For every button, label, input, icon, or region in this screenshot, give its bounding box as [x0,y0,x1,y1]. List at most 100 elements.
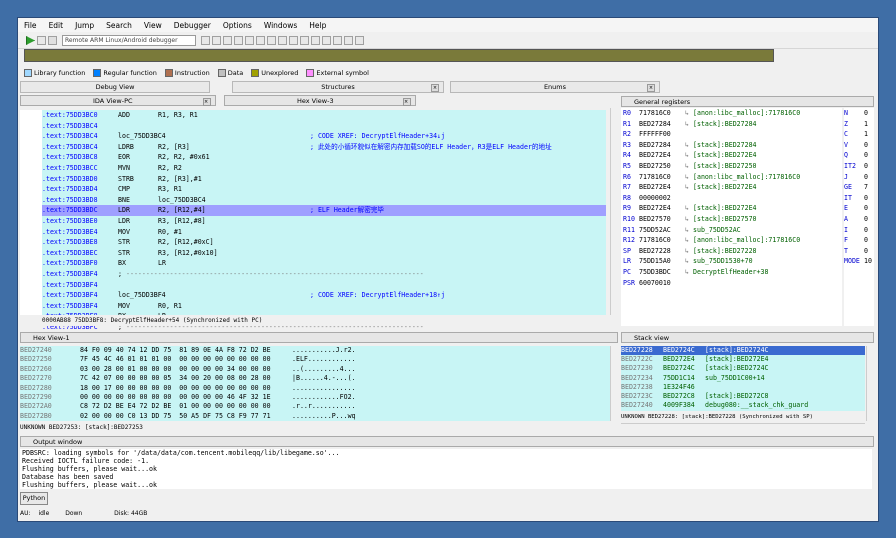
code-line[interactable]: .text:75DD3BE4 MOV R0, #1 [42,227,606,238]
start-debug-icon[interactable] [26,36,35,45]
step-over-icon[interactable] [234,36,243,45]
code-line[interactable]: .text:75DD3BF4 MOV R0, R1 [42,301,606,312]
flags-panel[interactable]: N 0 Z 1 C 1 V 0 Q 0 IT2 0 J 0 GE 7 IT 0 E 0 A 0 I 0 F 0 T 0 MODE 10 [844,108,874,326]
register-row[interactable]: PC 75DD3BDC ↳ DecryptElfHeader+38 [621,267,842,278]
breakpoint-icon[interactable] [267,36,276,45]
register-row[interactable]: R1 BED27284 ↳ [stack]:BED27284 [621,119,842,130]
register-row[interactable]: R10 BED27570 ↳ [stack]:BED27570 [621,214,842,225]
menu-item-windows[interactable]: Windows [258,21,303,30]
code-line[interactable]: .text:75DD3BF4 loc_75DD3BF4 ; CODE XREF: D… [42,290,606,301]
stack-view[interactable]: BED27228 BED2724C [stack]:BED2724C BED2722C… [621,346,865,411]
code-line[interactable]: .text:75DD3BE8 STR R2, [R12,#0xC] [42,237,606,248]
stack-row[interactable]: BED2722C BED272E4 [stack]:BED272E4 [621,355,865,364]
registers-panel[interactable]: R0 717816C0 ↳ [anon:libc_malloc]:717816C0 R… [621,108,842,326]
register-row[interactable]: R3 BED27284 ↳ [stack]:BED27284 [621,140,842,151]
code-line[interactable]: .text:75DD3BF4; -------------------------… [42,269,606,280]
ida-view-tab[interactable]: IDA View-PC × [20,95,216,106]
python-button[interactable]: Python [20,492,48,505]
refresh-icon[interactable] [212,36,221,45]
code-line[interactable]: .text:75DD3BE0 LDR R3, [R12,#8] [42,216,606,227]
hex-row[interactable]: BED272B0 02 00 00 00 C0 13 DD 75 50 A5 DF… [20,412,610,421]
flag-row[interactable]: V0 [844,140,874,151]
run-to-cursor-icon[interactable] [245,36,254,45]
hex-view-3-tab[interactable]: Hex View-3 × [224,95,416,106]
register-row[interactable]: LR 75DD15A0 ↳ sub_75DD1530+70 [621,256,842,267]
register-row[interactable]: R0 717816C0 ↳ [anon:libc_malloc]:717816C0 [621,108,842,119]
stop-icon[interactable] [48,36,57,45]
register-row[interactable]: R5 BED27250 ↳ [stack]:BED27250 [621,161,842,172]
menu-item-edit[interactable]: Edit [43,21,70,30]
code-line[interactable]: .text:75DD3BD0 STRB R2, [R3],#1 [42,174,606,185]
code-line[interactable]: .text:75DD3BC8 EOR R2, R2, #0x61 [42,152,606,163]
register-row[interactable]: R2 FFFFFF00 [621,129,842,140]
flag-row[interactable]: Z1 [844,119,874,130]
hex-row[interactable]: BED272A0 C8 72 D2 BE E4 72 D2 BE 01 00 00… [20,402,610,411]
step-out-icon[interactable] [256,36,265,45]
hex-row[interactable]: BED27250 7F 45 4C 46 01 01 01 00 00 00 00… [20,355,610,364]
watch-icon[interactable] [278,36,287,45]
code-line[interactable]: .text:75DD3BF4 [42,280,606,291]
tab-debug-view[interactable]: Debug View [20,81,210,93]
flag-row[interactable]: Q0 [844,150,874,161]
flag-row[interactable]: N0 [844,108,874,119]
debugger-select[interactable]: Remote ARM Linux/Android debugger [62,35,196,46]
hex-row[interactable]: BED27260 03 00 28 00 01 00 00 00 00 00 00… [20,365,610,374]
stack-hscrollbar[interactable] [621,423,865,432]
code-line[interactable]: .text:75DD3BD8 BNE loc_75DD3BC4 [42,195,606,206]
graph-view-icon[interactable] [333,36,342,45]
tools-icon[interactable] [355,36,364,45]
settings-icon[interactable] [344,36,353,45]
menu-item-help[interactable]: Help [303,21,332,30]
hex-dump[interactable]: BED27240 84 F0 09 40 74 12 DD 75 81 89 0E… [20,346,610,421]
trace-icon[interactable] [289,36,298,45]
pause-icon[interactable] [37,36,46,45]
stack-row[interactable]: BED27234 75DD1C14 sub_75DD1C00+14 [621,374,865,383]
hex-view-icon[interactable] [322,36,331,45]
tab-structures[interactable]: Structures × [232,81,444,93]
stack-row[interactable]: BED27228 BED2724C [stack]:BED2724C [621,346,865,356]
stack-scrollbar[interactable] [866,346,875,421]
flag-row[interactable]: C1 [844,129,874,140]
register-row[interactable]: R7 BED272E4 ↳ [stack]:BED272E4 [621,182,842,193]
register-row[interactable]: R6 717816C0 ↳ [anon:libc_malloc]:717816C0 [621,172,842,183]
hex-scrollbar[interactable] [610,346,619,421]
flag-row[interactable]: IT2 0 [844,161,874,172]
close-icon[interactable]: × [203,98,211,106]
flag-row[interactable]: I0 [844,225,874,236]
code-line[interactable]: .text:75DD3BC4 LDRB R2, [R3] ; 此处的小循环貌似在解密内… [42,142,606,153]
stack-row[interactable]: BED27238 1E324F46 [621,383,865,392]
hex-row[interactable]: BED27280 18 00 17 00 00 00 00 00 00 00 00… [20,384,610,393]
code-line[interactable]: .text:75DD3BCC MVN R2, R2 [42,163,606,174]
menu-item-jump[interactable]: Jump [69,21,100,30]
flag-row[interactable]: F0 [844,235,874,246]
menu-item-view[interactable]: View [138,21,168,30]
flag-row[interactable]: T0 [844,246,874,257]
flag-row[interactable]: J0 [844,172,874,183]
code-line[interactable]: .text:75DD3BC4 loc_75DD3BC4 ; CODE XREF: D… [42,131,606,142]
output-window[interactable]: PDBSRC: loading symbols for '/data/data/… [20,449,872,489]
register-row[interactable]: SP BED27228 ↳ [stack]:BED27228 [621,246,842,257]
code-line[interactable]: .text:75DD3BD4 CMP R3, R1 [42,184,606,195]
flag-row[interactable]: IT 0 [844,193,874,204]
flag-row[interactable]: GE 7 [844,182,874,193]
register-row[interactable]: PSR 60070010 [621,278,842,289]
stack-row[interactable]: BED2723C BED272C8 [stack]:BED272C8 [621,392,865,401]
register-row[interactable]: R11 75DD52AC ↳ sub_75DD52AC [621,225,842,236]
register-row[interactable]: R4 BED272E4 ↳ [stack]:BED272E4 [621,150,842,161]
code-line[interactable]: .text:75DD3BDC LDR R2, [R12,#4] ; ELF Heade… [42,205,606,216]
attach-icon[interactable] [201,36,210,45]
hex-row[interactable]: BED27240 84 F0 09 40 74 12 DD 75 81 89 0E… [20,346,610,355]
hex-row[interactable]: BED27290 00 00 00 00 00 00 00 00 00 00 00… [20,393,610,402]
redo-icon[interactable] [311,36,320,45]
step-into-icon[interactable] [223,36,232,45]
undo-icon[interactable] [300,36,309,45]
menu-item-debugger[interactable]: Debugger [168,21,217,30]
code-line[interactable]: .text:75DD3BC4 [42,121,606,132]
close-icon[interactable]: × [431,84,439,92]
code-line[interactable]: .text:75DD3BF0 BX LR [42,258,606,269]
menu-item-file[interactable]: File [18,21,43,30]
disassembly-listing[interactable]: .text:75DD3BC0 ADD R1, R3, R1 .text:75DD3BC… [42,110,606,331]
menu-item-options[interactable]: Options [217,21,258,30]
flag-row[interactable]: MODE 10 [844,256,874,267]
close-icon[interactable]: × [403,98,411,106]
